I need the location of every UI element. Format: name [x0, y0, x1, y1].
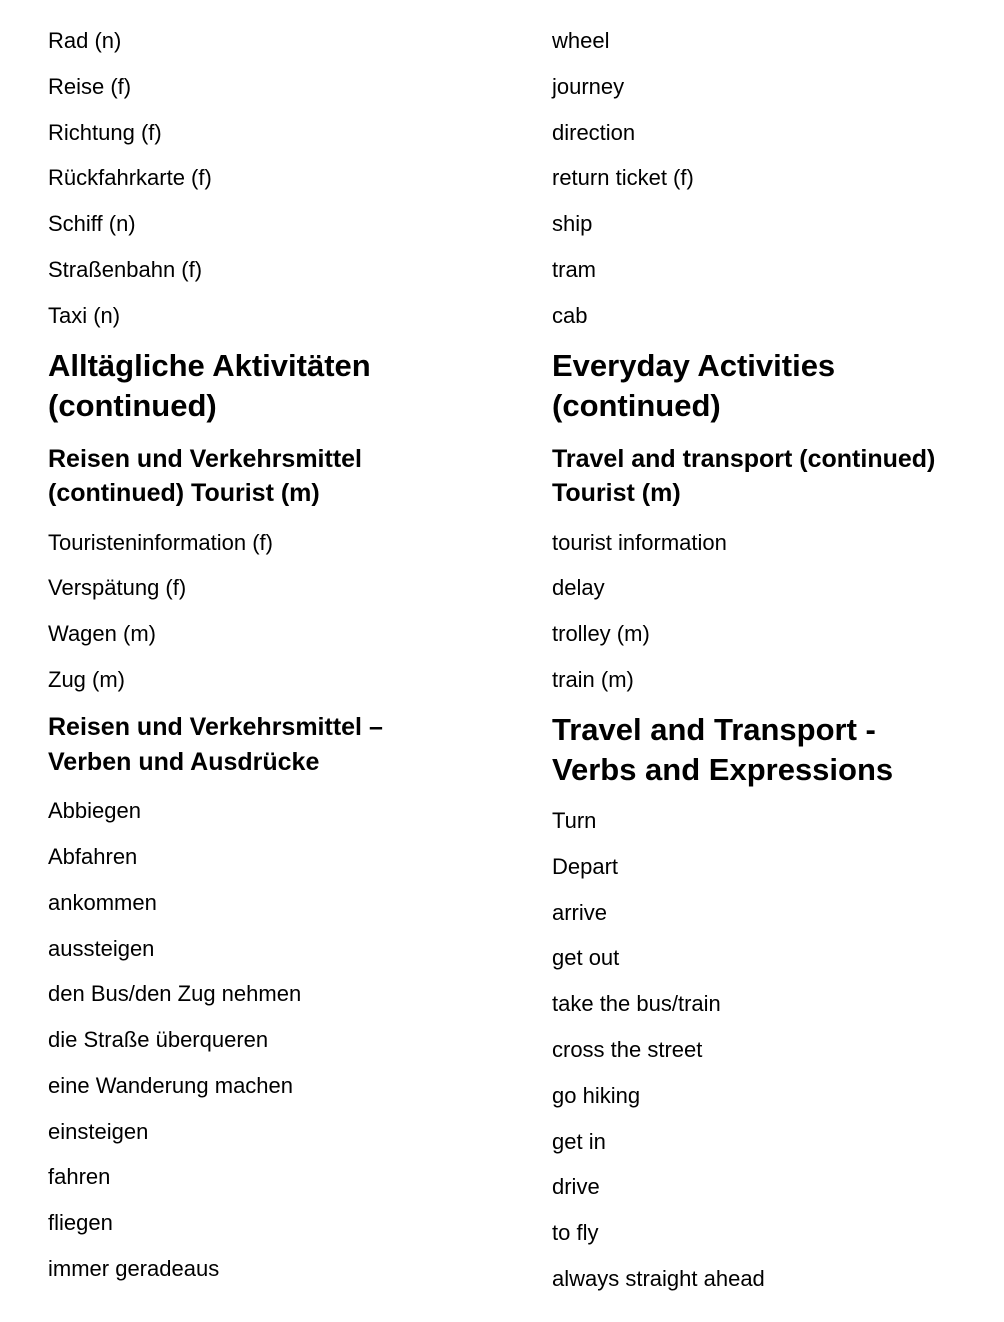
german-term: den Bus/den Zug nehmen	[48, 981, 302, 1006]
german-term: fahren	[48, 1164, 111, 1189]
german-term: Wagen (m)	[48, 621, 156, 646]
german-term: eine Wanderung machen	[48, 1073, 294, 1098]
english-translation: tourist information	[552, 530, 727, 555]
subsection-heading-line: Verben und Ausdrücke	[48, 748, 320, 776]
german-term: Abfahren	[48, 844, 138, 869]
english-translation: drive	[552, 1174, 600, 1199]
german-term: immer geradeaus	[48, 1256, 220, 1281]
section-heading-line: (continued)	[552, 388, 721, 423]
english-translation: always straight ahead	[552, 1266, 765, 1291]
english-translation: go hiking	[552, 1083, 641, 1108]
english-translation: cab	[552, 303, 588, 328]
subsection-heading-line: Reisen und Verkehrsmittel	[48, 445, 363, 473]
german-term: Abbiegen	[48, 798, 141, 823]
english-translation: direction	[552, 120, 636, 145]
german-term: Rückfahrkarte (f)	[48, 165, 212, 190]
english-translation: take the bus/train	[552, 991, 721, 1016]
subsection-heading-line: Tourist (m)	[552, 479, 681, 507]
english-translation: Depart	[552, 854, 619, 879]
english-translation: wheel	[552, 28, 610, 53]
english-translation: get out	[552, 945, 620, 970]
english-translation: tram	[552, 257, 596, 282]
section-heading-line: Verbs and Expressions	[552, 752, 894, 787]
german-term: Straßenbahn (f)	[48, 257, 203, 282]
german-term: fliegen	[48, 1210, 113, 1235]
subsection-heading-line: (continued) Tourist (m)	[48, 479, 320, 507]
german-term: ankommen	[48, 890, 157, 915]
english-translation: journey	[552, 74, 625, 99]
german-term: Schiff (n)	[48, 211, 136, 236]
english-translation: to fly	[552, 1220, 599, 1245]
german-term: Richtung (f)	[48, 120, 162, 145]
german-term: aussteigen	[48, 936, 155, 961]
german-term: Verspätung (f)	[48, 575, 187, 600]
subsection-heading-line: Reisen und Verkehrsmittel –	[48, 713, 383, 741]
section-heading-line: Travel and Transport -	[552, 712, 876, 747]
english-translation: Turn	[552, 808, 597, 833]
english-translation: delay	[552, 575, 605, 600]
subsection-heading-line: Travel and transport (continued)	[552, 445, 936, 473]
german-term: die Straße überqueren	[48, 1027, 269, 1052]
english-translation: trolley (m)	[552, 621, 650, 646]
german-term: Reise (f)	[48, 74, 132, 99]
section-heading-line: Everyday Activities	[552, 348, 836, 383]
english-translation: get in	[552, 1129, 606, 1154]
english-translation: return ticket (f)	[552, 165, 694, 190]
german-term: Zug (m)	[48, 667, 125, 692]
section-heading-line: Alltägliche Aktivitäten	[48, 348, 371, 383]
english-translation: arrive	[552, 900, 608, 925]
german-term: Taxi (n)	[48, 303, 121, 328]
german-term: einsteigen	[48, 1119, 149, 1144]
section-heading-line: (continued)	[48, 388, 217, 423]
english-translation: ship	[552, 211, 593, 236]
english-translation: train (m)	[552, 667, 634, 692]
german-term: Touristeninformation (f)	[48, 530, 273, 555]
german-term: Rad (n)	[48, 28, 122, 53]
english-translation: cross the street	[552, 1037, 703, 1062]
